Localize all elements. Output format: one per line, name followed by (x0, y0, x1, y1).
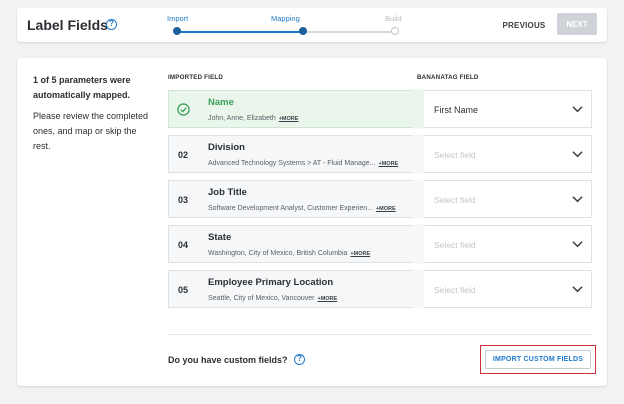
field-name: Employee Primary Location (208, 277, 334, 288)
chevron-down-icon[interactable] (572, 195, 583, 203)
step-mapping-label[interactable]: Mapping (271, 14, 300, 23)
imported-field-cell: Name John, Anne, Elizabeth +MORE (168, 90, 424, 128)
import-custom-fields-button[interactable]: IMPORT CUSTOM FIELDS (485, 350, 591, 369)
row-number: 04 (178, 240, 189, 250)
chevron-down-icon[interactable] (572, 285, 583, 293)
import-custom-fields-highlight: IMPORT CUSTOM FIELDS (480, 345, 596, 374)
imported-field-cell: 02 Division Advanced Technology Systems … (168, 135, 424, 173)
step-line-pending (302, 31, 392, 33)
mapping-row: 04 State Washington, City of Mexico, Bri… (168, 224, 592, 264)
field-sample: Software Development Analyst, Customer E… (208, 205, 396, 212)
field-sample: John, Anne, Elizabeth +MORE (208, 115, 298, 122)
mapping-row: 03 Job Title Software Development Analys… (168, 179, 592, 219)
chevron-down-icon[interactable] (572, 150, 583, 158)
row-number: 05 (178, 285, 189, 295)
more-link[interactable]: +MORE (279, 116, 299, 122)
field-sample-text: Washington, City of Mexico, British Colu… (208, 250, 348, 257)
header-bar: Label Fields ? Import Mapping Build PREV… (17, 8, 607, 42)
field-sample: Advanced Technology Systems > AT - Fluid… (208, 160, 398, 167)
intro-text: 1 of 5 parameters were automatically map… (33, 73, 153, 154)
imported-field-cell: 03 Job Title Software Development Analys… (168, 180, 424, 218)
more-link[interactable]: +MORE (376, 206, 396, 212)
help-icon[interactable]: ? (106, 19, 117, 30)
select-value: First Name (434, 105, 479, 115)
field-name: Job Title (208, 187, 247, 198)
previous-button[interactable]: PREVIOUS (501, 16, 547, 34)
intro-summary: 1 of 5 parameters were automatically map… (33, 75, 131, 100)
row-number: 03 (178, 195, 189, 205)
next-button[interactable]: NEXT (557, 13, 597, 35)
step-import-dot (173, 27, 181, 35)
page-title-text: Label Fields (27, 17, 108, 33)
row-number: 02 (178, 150, 189, 160)
imported-field-header: IMPORTED FIELD (168, 74, 224, 81)
more-link[interactable]: +MORE (350, 251, 370, 257)
field-sample-text: Software Development Analyst, Customer E… (208, 205, 373, 212)
step-mapping-dot (299, 27, 307, 35)
chevron-down-icon[interactable] (572, 240, 583, 248)
bananatag-field-select[interactable]: Select field (424, 180, 592, 218)
field-name: State (208, 232, 232, 243)
step-build-label: Build (385, 14, 402, 23)
field-name: Name (208, 97, 234, 108)
bananatag-field-select[interactable]: Select field (424, 270, 592, 308)
select-placeholder: Select field (434, 285, 476, 295)
field-sample: Seattle, City of Mexico, Vancouver +MORE (208, 295, 337, 302)
help-icon[interactable]: ? (294, 354, 306, 366)
check-circle-icon (177, 103, 190, 116)
select-placeholder: Select field (434, 240, 476, 250)
field-sample-text: Advanced Technology Systems > AT - Fluid… (208, 160, 376, 167)
imported-field-cell: 04 State Washington, City of Mexico, Bri… (168, 225, 424, 263)
field-sample-text: Seattle, City of Mexico, Vancouver (208, 295, 315, 302)
imported-field-cell: 05 Employee Primary Location Seattle, Ci… (168, 270, 424, 308)
more-link[interactable]: +MORE (379, 161, 399, 167)
bananatag-field-select[interactable]: First Name (424, 90, 592, 128)
mapping-panel: 1 of 5 parameters were automatically map… (17, 58, 607, 386)
bananatag-field-select[interactable]: Select field (424, 225, 592, 263)
page-title: Label Fields ? (27, 17, 117, 33)
chevron-down-icon[interactable] (572, 105, 583, 113)
select-placeholder: Select field (434, 150, 476, 160)
field-name: Division (208, 142, 245, 153)
intro-instructions: Please review the completed ones, and ma… (33, 111, 149, 151)
mapping-row: 05 Employee Primary Location Seattle, Ci… (168, 269, 592, 309)
step-line-done (179, 31, 302, 33)
bananatag-field-header: BANANATAG FIELD (417, 74, 479, 81)
custom-fields-question: Do you have custom fields? ? (168, 354, 306, 366)
divider (168, 334, 592, 335)
mapping-row: 02 Division Advanced Technology Systems … (168, 134, 592, 174)
progress-stepper: Import Mapping Build (165, 8, 415, 42)
select-placeholder: Select field (434, 195, 476, 205)
step-build-dot (391, 27, 399, 35)
step-import-label[interactable]: Import (167, 14, 188, 23)
bananatag-field-select[interactable]: Select field (424, 135, 592, 173)
more-link[interactable]: +MORE (317, 296, 337, 302)
custom-fields-question-text: Do you have custom fields? (168, 355, 288, 365)
mapping-row: Name John, Anne, Elizabeth +MORE First Na… (168, 89, 592, 129)
field-sample-text: John, Anne, Elizabeth (208, 115, 276, 122)
field-sample: Washington, City of Mexico, British Colu… (208, 250, 370, 257)
